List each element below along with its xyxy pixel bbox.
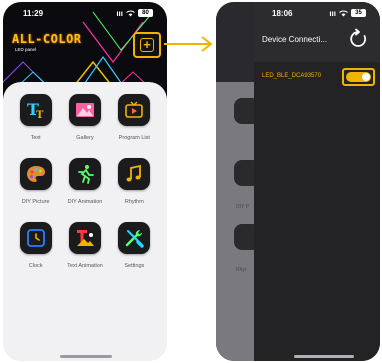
device-name: LED_BLE_DCA93570 [262, 73, 322, 79]
menu-item-diy-animation[interactable]: DIY Animation [60, 158, 109, 207]
menu-item-gallery[interactable]: Gallery [60, 94, 109, 143]
add-icon: + [140, 38, 154, 52]
battery-icon: 80 [138, 9, 153, 17]
menu-label: DIY Picture [21, 199, 50, 205]
wifi-icon [126, 10, 135, 16]
battery-icon: 35 [351, 9, 366, 17]
palette-icon [19, 158, 52, 190]
menu-label: Text [30, 135, 41, 141]
menu-grid: TT Text Gallery Program List DIY Picture… [11, 94, 159, 271]
app-logo-subtitle: LED panel [15, 47, 37, 52]
connect-toggle-highlight [342, 68, 375, 86]
runner-icon [68, 158, 101, 190]
signal-icon: ııı [329, 8, 336, 18]
menu-label: Clock [28, 263, 43, 269]
settings-icon [118, 222, 151, 254]
svg-text:T: T [36, 110, 44, 121]
clock-icon [19, 222, 52, 254]
menu-item-text[interactable]: TT Text [11, 94, 60, 143]
device-connection-screen: DIY P Rhyt 18:06 ııı 35 Device Connecti.… [216, 2, 380, 361]
status-bar: 18:06 ııı 35 [234, 2, 380, 24]
music-note-icon [118, 158, 151, 190]
app-logo: ALL-COLOR [12, 32, 82, 46]
status-time: 18:06 [272, 8, 293, 18]
signal-icon: ııı [116, 8, 123, 18]
tutorial-figure: 11:29 ııı 80 ALL-COLOR LED panel + TT Te… [0, 0, 382, 363]
menu-label: Settings [124, 263, 145, 269]
menu-label: Program List [118, 135, 150, 141]
menu-label: DIY Animation [67, 199, 103, 205]
home-indicator [294, 355, 354, 358]
menu-item-program-list[interactable]: Program List [110, 94, 159, 143]
gallery-icon [68, 94, 101, 126]
menu-label: Rhythm [124, 199, 144, 205]
text-animation-icon [68, 222, 101, 254]
menu-item-text-animation[interactable]: Text Animation [60, 222, 109, 271]
home-indicator [60, 355, 112, 358]
wifi-icon [339, 10, 348, 16]
connect-toggle[interactable] [346, 72, 371, 82]
refresh-icon[interactable] [348, 28, 370, 50]
menu-item-clock[interactable]: Clock [11, 222, 60, 271]
menu-label: Gallery [76, 135, 94, 141]
menu-item-diy-picture[interactable]: DIY Picture [11, 158, 60, 207]
device-list-item[interactable]: LED_BLE_DCA93570 [254, 68, 380, 88]
device-drawer: 18:06 ııı 35 Device Connecti... LED_BLE_… [254, 2, 380, 361]
toggle-knob [362, 73, 370, 81]
dimmed-label: DIY P [236, 204, 249, 210]
text-icon: TT [19, 94, 52, 126]
status-bar: 11:29 ııı 80 [3, 2, 167, 24]
add-device-button[interactable]: + [133, 32, 161, 58]
home-screen: 11:29 ııı 80 ALL-COLOR LED panel + TT Te… [3, 2, 167, 361]
program-list-icon [118, 94, 151, 126]
menu-item-settings[interactable]: Settings [110, 222, 159, 271]
menu-item-rhythm[interactable]: Rhythm [110, 158, 159, 207]
arrow-right-icon [164, 36, 213, 52]
status-time: 11:29 [23, 8, 44, 18]
menu-label: Text Animation [67, 263, 103, 269]
dimmed-label: Rhyt [236, 267, 247, 273]
drawer-title: Device Connecti... [262, 35, 327, 44]
